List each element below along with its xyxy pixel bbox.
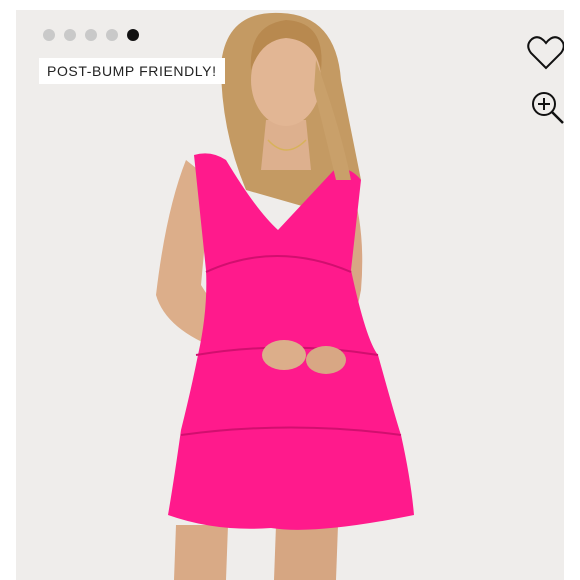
- product-photo[interactable]: [16, 10, 564, 580]
- promo-badge: POST-BUMP FRIENDLY!: [39, 58, 225, 84]
- carousel-dot[interactable]: [64, 29, 76, 41]
- left-leg: [174, 525, 228, 580]
- right-leg: [274, 525, 338, 580]
- carousel-dots: [43, 29, 139, 41]
- heart-outline-icon[interactable]: [526, 35, 564, 71]
- carousel-dot[interactable]: [85, 29, 97, 41]
- neck: [261, 120, 311, 170]
- carousel-dot-active[interactable]: [127, 29, 139, 41]
- carousel-dot[interactable]: [106, 29, 118, 41]
- product-image-frame: POST-BUMP FRIENDLY!: [16, 10, 564, 580]
- left-hand: [262, 340, 306, 370]
- carousel-dot[interactable]: [43, 29, 55, 41]
- zoom-in-icon[interactable]: [530, 90, 564, 126]
- right-hand: [306, 346, 346, 374]
